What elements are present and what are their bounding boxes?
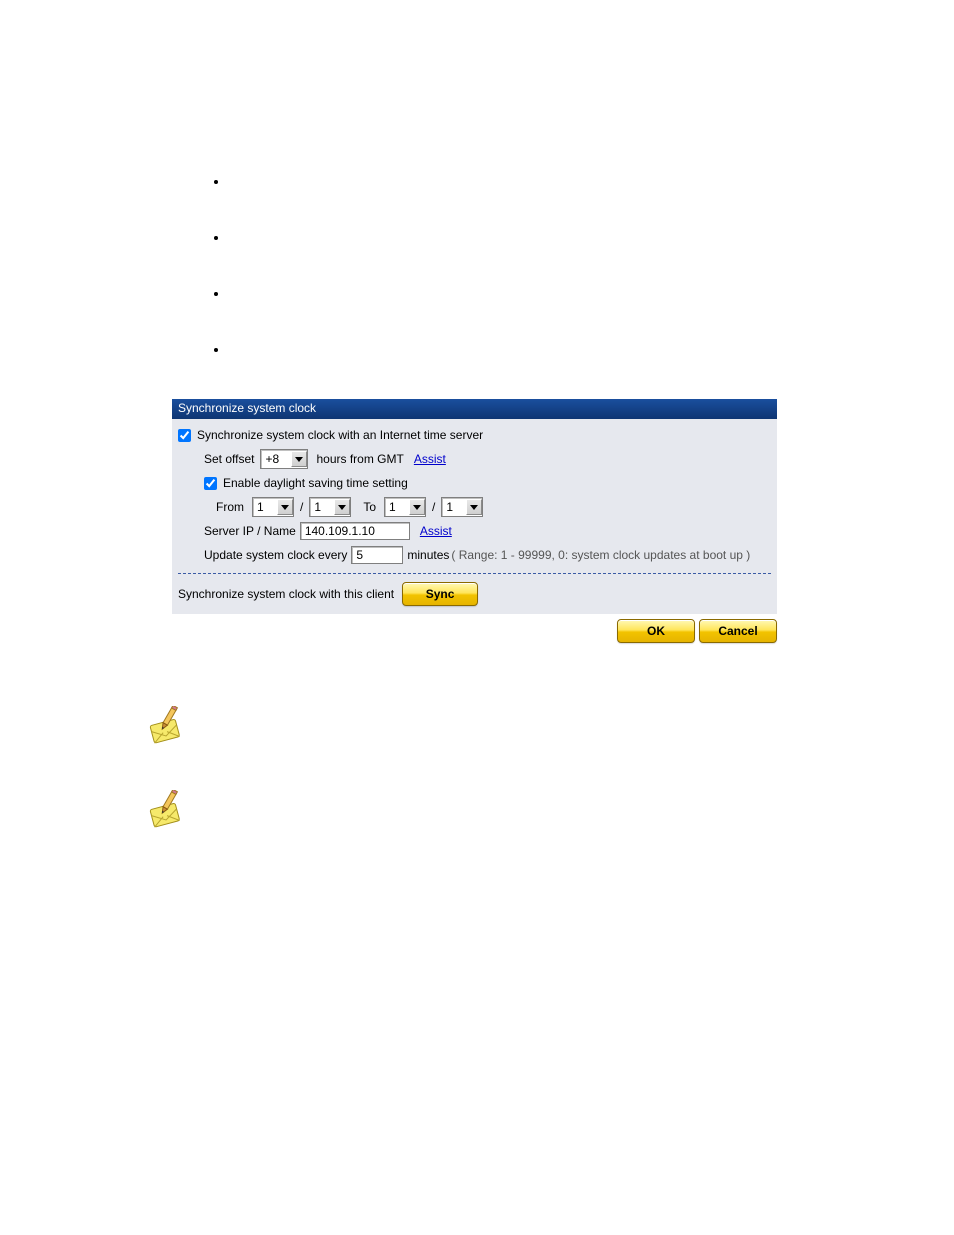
chevron-down-icon: [334, 499, 350, 515]
cancel-button[interactable]: Cancel: [699, 619, 777, 643]
update-prefix: Update system clock every: [204, 548, 347, 562]
footer-buttons: OK Cancel: [172, 617, 777, 643]
offset-assist-link[interactable]: Assist: [414, 452, 446, 466]
dst-from-month-value: 1: [253, 500, 277, 514]
ok-button[interactable]: OK: [617, 619, 695, 643]
note-icon: [145, 706, 185, 746]
offset-select[interactable]: +8: [260, 449, 308, 469]
update-row: Update system clock every minutes ( Rang…: [204, 545, 771, 565]
dst-to-month-value: 1: [385, 500, 409, 514]
server-ip-input[interactable]: [300, 522, 410, 540]
bullet-icon: [214, 180, 218, 184]
chevron-down-icon: [291, 451, 307, 467]
panel-title: Synchronize system clock: [172, 399, 777, 419]
sync-internet-label: Synchronize system clock with an Interne…: [197, 428, 483, 442]
bullet-list: [214, 180, 218, 404]
offset-value: +8: [261, 452, 291, 466]
sync-internet-row: Synchronize system clock with an Interne…: [178, 425, 771, 445]
divider: [178, 573, 771, 574]
chevron-down-icon: [409, 499, 425, 515]
dst-to-label: To: [363, 500, 376, 514]
sync-internet-checkbox[interactable]: [178, 429, 191, 442]
offset-row: Set offset +8 hours from GMT Assist: [204, 449, 771, 469]
update-interval-input[interactable]: [351, 546, 403, 564]
slash-separator: /: [300, 500, 303, 514]
slash-separator: /: [432, 500, 435, 514]
server-label: Server IP / Name: [204, 524, 296, 538]
dst-range-row: From 1 / 1 To 1 /: [216, 497, 771, 517]
dst-from-day-select[interactable]: 1: [309, 497, 351, 517]
bullet-icon: [214, 236, 218, 240]
dst-to-month-select[interactable]: 1: [384, 497, 426, 517]
dst-from-month-select[interactable]: 1: [252, 497, 294, 517]
sync-client-label: Synchronize system clock with this clien…: [178, 587, 394, 601]
panel-body: Synchronize system clock with an Interne…: [172, 419, 777, 614]
server-assist-link[interactable]: Assist: [420, 524, 452, 538]
dst-to-day-select[interactable]: 1: [441, 497, 483, 517]
dst-enable-row: Enable daylight saving time setting: [204, 473, 771, 493]
offset-prefix: Set offset: [204, 452, 254, 466]
bullet-icon: [214, 292, 218, 296]
update-unit: minutes: [407, 548, 449, 562]
offset-suffix: hours from GMT: [316, 452, 403, 466]
update-range-text: ( Range: 1 - 99999, 0: system clock upda…: [451, 548, 750, 562]
chevron-down-icon: [466, 499, 482, 515]
server-row: Server IP / Name Assist: [204, 521, 771, 541]
dst-from-day-value: 1: [310, 500, 334, 514]
sync-client-row: Synchronize system clock with this clien…: [178, 582, 771, 606]
dst-from-label: From: [216, 500, 244, 514]
dst-enable-label: Enable daylight saving time setting: [223, 476, 408, 490]
dst-to-day-value: 1: [442, 500, 466, 514]
sync-button[interactable]: Sync: [402, 582, 478, 606]
dst-enable-checkbox[interactable]: [204, 477, 217, 490]
sync-clock-panel: Synchronize system clock Synchronize sys…: [172, 399, 777, 614]
chevron-down-icon: [277, 499, 293, 515]
bullet-icon: [214, 348, 218, 352]
note-icon: [145, 790, 185, 830]
